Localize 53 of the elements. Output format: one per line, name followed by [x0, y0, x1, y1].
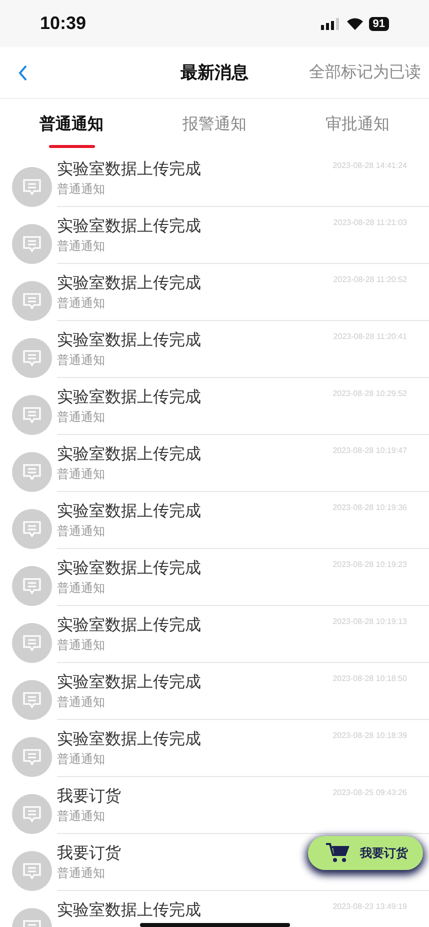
- wifi-icon: [346, 18, 363, 30]
- message-title[interactable]: 实验室数据上传完成: [57, 387, 201, 407]
- message-icon: [22, 747, 42, 767]
- message-title[interactable]: 实验室数据上传完成: [57, 444, 201, 464]
- message-type: 普通通知: [57, 295, 106, 312]
- message-type: 普通通知: [57, 808, 106, 825]
- message-title[interactable]: 我要订货: [57, 843, 121, 863]
- message-icon: [22, 291, 42, 311]
- message-type: 普通通知: [57, 637, 106, 654]
- tab[interactable]: 普通通知: [0, 99, 143, 150]
- message-icon: [22, 519, 42, 539]
- message-icon: [22, 804, 42, 824]
- message-title[interactable]: 实验室数据上传完成: [57, 672, 201, 692]
- message-icon: [22, 576, 42, 596]
- message-icon: [22, 690, 42, 710]
- battery-icon: 91: [368, 16, 389, 30]
- message-type: 普通通知: [57, 523, 106, 540]
- message-title[interactable]: 实验室数据上传完成: [57, 330, 201, 350]
- back-button[interactable]: [18, 64, 28, 80]
- message-icon: [22, 177, 42, 197]
- message-title[interactable]: 实验室数据上传完成: [57, 273, 201, 293]
- message-title[interactable]: 实验室数据上传完成: [57, 615, 201, 635]
- message-icon: [22, 861, 42, 881]
- message-icon: [22, 462, 42, 482]
- message-type: 普通通知: [57, 694, 106, 711]
- message-type: 普通通知: [57, 352, 106, 369]
- message-icon: [22, 234, 42, 254]
- message-title[interactable]: 实验室数据上传完成: [57, 501, 201, 521]
- message-icon: [22, 348, 42, 368]
- order-button[interactable]: 我要订货: [308, 836, 423, 870]
- tab[interactable]: 审批通知: [286, 99, 429, 150]
- message-title[interactable]: 实验室数据上传完成: [57, 558, 201, 578]
- message-title[interactable]: 实验室数据上传完成: [57, 159, 201, 179]
- message-title[interactable]: 实验室数据上传完成: [57, 729, 201, 749]
- page-title: 最新消息: [180, 62, 248, 84]
- message-type: 普通通知: [57, 751, 106, 768]
- status-time: 10:39: [40, 13, 86, 34]
- message-type: 普通通知: [57, 238, 106, 255]
- message-type: 普通通知: [57, 409, 106, 426]
- message-type: 普通通知: [57, 181, 106, 198]
- mark-all-read-button[interactable]: 全部标记为已读: [309, 62, 421, 83]
- message-type: 普通通知: [57, 580, 106, 597]
- message-type: 普通通知: [57, 865, 106, 882]
- message-type: 普通通知: [57, 466, 106, 483]
- message-icon: [22, 405, 42, 425]
- tab[interactable]: 报警通知: [143, 99, 286, 150]
- tab-indicator: [48, 145, 94, 148]
- message-title[interactable]: 我要订货: [57, 786, 121, 806]
- message-title[interactable]: 实验室数据上传完成: [57, 216, 201, 236]
- cart-icon: [326, 842, 350, 864]
- message-title[interactable]: 实验室数据上传完成: [57, 900, 201, 920]
- signal-icon: [320, 18, 341, 30]
- message-icon: [22, 633, 42, 653]
